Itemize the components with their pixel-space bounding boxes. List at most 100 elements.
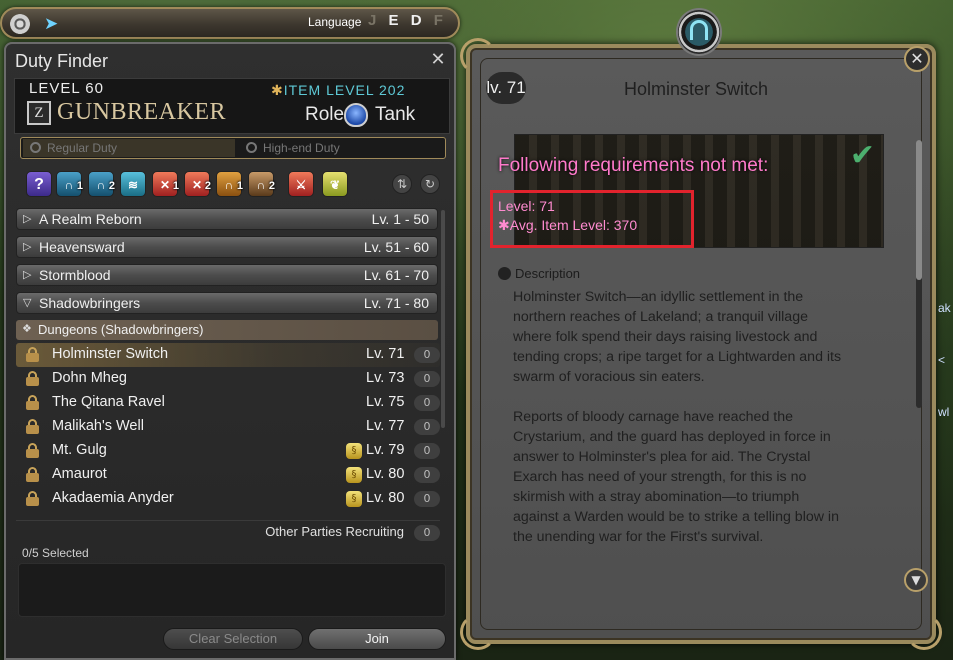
dungeon-icon[interactable]: ∩ 2 [88,171,115,197]
diamond-icon: ❖ [22,322,32,335]
tab-high-end-duty[interactable]: High-end Duty [239,139,443,157]
tomestone-icon: § [346,491,362,507]
refresh-icon[interactable]: ↻ [420,174,440,194]
party-count: 0 [414,467,440,483]
language-code-d[interactable]: D [411,12,426,29]
selected-duties-box [18,563,446,617]
guildhest-icon[interactable]: ∩ 1 [216,171,243,197]
dungeon-row[interactable]: The Qitana Ravel Lv. 75 0 [16,391,440,415]
description-heading: Description [498,266,580,281]
expanded-triangle-icon: ▽ [23,296,32,309]
dungeon-icon[interactable]: ∩ 1 [56,171,83,197]
dungeon-row[interactable]: Amaurot § Lv. 80 0 [16,463,440,487]
requirements-title: Following requirements not met: [498,155,769,176]
description-scrollbar[interactable] [916,140,922,408]
join-button[interactable]: Join [308,628,446,650]
ornament-icon [460,614,496,650]
lock-icon [26,371,39,386]
dungeon-name: The Qitana Ravel [52,394,165,410]
party-count: 0 [414,419,440,435]
dungeon-level: Lv. 73 [366,370,405,386]
language-switcher[interactable]: J E D F [368,12,447,29]
lock-icon [26,443,39,458]
tomestone-icon: § [346,467,362,483]
dungeon-level: Lv. 80 [366,466,405,482]
item-level-star-icon: ✱ [271,82,284,98]
offscreen-text: ak < wl [938,282,953,438]
trial-icon[interactable]: ≋ [120,171,146,197]
requirement-level: Level: 71 [498,198,555,214]
expansion-a-realm-reborn[interactable]: ▷ A Realm Reborn Lv. 1 - 50 [16,208,438,230]
dungeon-row[interactable]: Malikah's Well Lv. 77 0 [16,415,440,439]
dungeon-level: Lv. 71 [366,346,405,362]
category-badge: 2 [268,180,275,192]
scrollbar-thumb[interactable] [916,140,922,280]
search-icon [30,142,41,153]
sort-icon[interactable]: ⇅ [392,174,412,194]
dungeon-name: Malikah's Well [52,418,144,434]
expansion-stormblood[interactable]: ▷ Stormblood Lv. 61 - 70 [16,264,438,286]
duty-level-badge: lv. 71 [486,72,526,104]
duty-list-scrollbar[interactable] [441,210,445,428]
expansion-shadowbringers[interactable]: ▽ Shadowbringers Lv. 71 - 80 [16,292,438,314]
language-code-f[interactable]: F [434,12,447,29]
raid-icon[interactable]: ✕ 1 [152,171,179,197]
ornament-icon [906,614,942,650]
expansion-name: A Realm Reborn [39,211,142,227]
description-heading-text: Description [515,266,581,281]
party-count: 0 [414,443,440,459]
ornament-icon [460,38,496,74]
collapsed-triangle-icon: ▷ [23,240,32,253]
roulette-icon[interactable]: ? [26,171,52,197]
clear-selection-button[interactable]: Clear Selection [163,628,303,650]
settings-gear-icon[interactable] [10,14,30,34]
expansion-heavensward[interactable]: ▷ Heavensward Lv. 51 - 60 [16,236,438,258]
crossed-swords-icon[interactable]: ⚔ [288,171,314,197]
dungeon-row[interactable]: Akadaemia Anyder § Lv. 80 0 [16,487,440,511]
tomestone-icon: § [346,443,362,459]
close-icon[interactable]: ✕ [428,50,448,70]
pvp-icon[interactable]: ∩ 2 [248,171,275,197]
category-badge: 1 [236,180,243,192]
offscreen-text-line: < wl [938,353,950,419]
item-level-star-icon: ✱ [498,217,510,233]
lock-icon [26,419,39,434]
dungeon-level: Lv. 79 [366,442,405,458]
tab-label: High-end Duty [263,141,340,155]
tab-label: Regular Duty [47,141,118,155]
expansion-level-range: Lv. 1 - 50 [371,211,429,227]
category-badge: 1 [172,180,179,192]
tab-regular-duty[interactable]: Regular Duty [23,139,235,157]
offscreen-text-line: ak [938,301,951,315]
dungeon-name: Akadaemia Anyder [52,490,174,506]
language-label: Language [308,15,362,29]
cursor-arrow-icon: ➤ [44,14,59,34]
gold-saucer-icon[interactable]: ❦ [322,171,348,197]
dungeon-row[interactable]: Dohn Mheg Lv. 73 0 [16,367,440,391]
category-badge: 1 [76,180,83,192]
dungeon-row[interactable]: Mt. Gulg § Lv. 79 0 [16,439,440,463]
category-badge: 2 [204,180,211,192]
duty-title: Holminster Switch [624,79,769,99]
expansion-level-range: Lv. 71 - 80 [363,295,429,311]
expansion-level-range: Lv. 61 - 70 [363,267,429,283]
party-count: 0 [414,371,440,387]
role-label: Role: [305,104,350,125]
item-level: ✱ITEM LEVEL 202 [271,82,405,99]
role-name: Tank [375,104,416,125]
expansion-name: Shadowbringers [39,295,141,311]
scroll-down-icon[interactable]: ▼ [904,568,928,592]
gunbreaker-job-icon: Z [27,101,51,125]
dungeon-row[interactable]: Holminster Switch Lv. 71 0 [16,343,440,367]
language-code-j[interactable]: J [368,12,380,29]
lock-icon [26,491,39,506]
raid-icon[interactable]: ✕ 2 [184,171,211,197]
expansion-name: Heavensward [39,239,125,255]
dungeon-category-header[interactable]: ❖ Dungeons (Shadowbringers) [16,320,438,340]
close-icon[interactable]: ✕ [904,46,930,72]
dungeon-name: Dohn Mheg [52,370,127,386]
selected-count: 0/5 Selected [22,546,89,560]
lock-icon [26,395,39,410]
language-code-e[interactable]: E [389,12,403,29]
description-text: Holminster Switch—an idyllic settlement … [513,289,842,545]
